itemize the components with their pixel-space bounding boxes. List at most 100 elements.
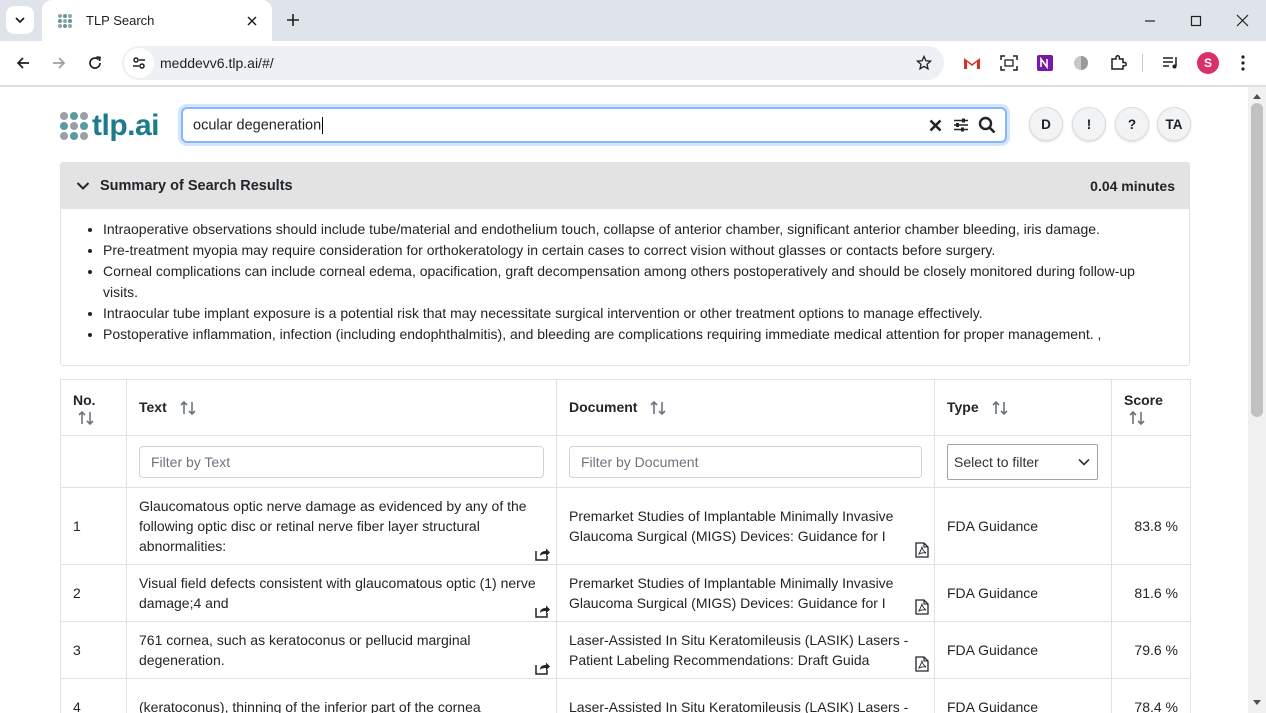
- back-button[interactable]: [9, 49, 37, 77]
- row-number: 2: [60, 564, 127, 622]
- row-type: FDA Guidance: [934, 678, 1112, 713]
- arrow-left-icon: [16, 57, 29, 69]
- row-document[interactable]: Premarket Studies of Implantable Minimal…: [569, 575, 893, 611]
- tab-search-button[interactable]: [6, 6, 34, 34]
- table-row[interactable]: 3 761 cornea, such as keratoconus or pel…: [60, 621, 1191, 679]
- forward-button[interactable]: [45, 49, 73, 77]
- maximize-icon: [1190, 15, 1202, 26]
- sort-icon[interactable]: [77, 410, 95, 426]
- browser-tab[interactable]: TLP Search: [42, 0, 272, 41]
- row-score: 83.8 %: [1111, 487, 1191, 565]
- filter-cell-empty: [60, 435, 127, 488]
- summary-header[interactable]: Summary of Search Results 0.04 minutes: [61, 163, 1189, 209]
- summary-panel: Summary of Search Results 0.04 minutes I…: [60, 162, 1190, 366]
- filter-sliders-icon[interactable]: [949, 113, 973, 137]
- tlp-logo[interactable]: tlp.ai: [60, 109, 160, 143]
- row-document[interactable]: Premarket Studies of Implantable Minimal…: [569, 508, 893, 544]
- help-button[interactable]: ?: [1115, 107, 1149, 141]
- row-text: Visual field defects consistent with gla…: [139, 575, 536, 611]
- row-document[interactable]: Laser-Assisted In Situ Keratomileusis (L…: [569, 699, 908, 713]
- row-number: 3: [60, 621, 127, 679]
- table-row[interactable]: 4 (keratoconus), thinning of the inferio…: [60, 678, 1191, 713]
- minimize-window-button[interactable]: [1127, 0, 1173, 41]
- clear-search-icon[interactable]: [923, 113, 947, 137]
- new-tab-button[interactable]: [281, 8, 305, 32]
- reload-button[interactable]: [81, 49, 109, 77]
- search-input[interactable]: ocular degeneration: [181, 107, 1007, 143]
- row-text-cell: (keratoconus), thinning of the inferior …: [126, 678, 557, 713]
- share-icon[interactable]: [535, 604, 551, 618]
- extensions-puzzle-icon[interactable]: [1104, 49, 1132, 77]
- document-filter-input[interactable]: Filter by Document: [569, 445, 922, 478]
- page-viewport: tlp.ai ocular degeneration D ! ? TA Summ…: [0, 87, 1248, 713]
- column-header-text[interactable]: Text: [126, 379, 557, 436]
- column-header-no[interactable]: No.: [60, 379, 127, 436]
- toolbar-divider: [1142, 54, 1143, 72]
- summary-bullet: Pre-treatment myopia may require conside…: [103, 240, 1159, 261]
- user-menu-button[interactable]: TA: [1157, 107, 1191, 141]
- search-icon[interactable]: [975, 113, 999, 137]
- scrollbar-thumb[interactable]: [1251, 103, 1263, 417]
- grey-extension-icon[interactable]: [1067, 49, 1095, 77]
- pdf-icon[interactable]: [915, 656, 929, 672]
- summary-title: Summary of Search Results: [100, 178, 293, 194]
- row-number: 4: [60, 678, 127, 713]
- bookmark-star-icon[interactable]: [910, 49, 938, 77]
- pdf-icon[interactable]: [915, 599, 929, 615]
- results-table: No. Text Document Type Score Filter by T…: [60, 379, 1191, 713]
- row-text-cell: 761 cornea, such as keratoconus or pellu…: [126, 621, 557, 679]
- chevron-down-icon[interactable]: [76, 178, 92, 194]
- summary-bullet: Postoperative inflammation, infection (i…: [103, 324, 1159, 345]
- share-icon[interactable]: [535, 547, 551, 561]
- url-text[interactable]: meddevv6.tlp.ai/#/: [160, 55, 910, 71]
- sort-icon[interactable]: [179, 400, 197, 416]
- column-label-type: Type: [947, 398, 979, 415]
- scroll-up-arrow-icon[interactable]: [1252, 91, 1262, 101]
- maximize-window-button[interactable]: [1173, 0, 1219, 41]
- plus-icon: [287, 14, 299, 26]
- column-label-score: Score: [1124, 391, 1163, 408]
- sort-icon[interactable]: [649, 400, 667, 416]
- text-caret: [322, 116, 324, 134]
- row-text: 761 cornea, such as keratoconus or pellu…: [139, 632, 471, 668]
- site-info-icon[interactable]: [124, 48, 154, 78]
- screenshot-extension-icon[interactable]: [995, 49, 1023, 77]
- row-text: Glaucomatous optic nerve damage as evide…: [139, 498, 527, 554]
- row-document[interactable]: Laser-Assisted In Situ Keratomileusis (L…: [569, 632, 908, 668]
- tlp-favicon-icon: [58, 13, 72, 28]
- row-type: FDA Guidance: [934, 621, 1112, 679]
- text-filter-input[interactable]: Filter by Text: [139, 445, 544, 478]
- share-icon[interactable]: [535, 661, 551, 675]
- scroll-down-arrow-icon[interactable]: [1252, 698, 1262, 708]
- media-control-icon[interactable]: [1157, 49, 1185, 77]
- filter-row: Filter by Text Filter by Document Select…: [60, 435, 1191, 488]
- page-scrollbar[interactable]: [1248, 87, 1266, 713]
- close-tab-icon[interactable]: [244, 13, 260, 29]
- row-score: 79.6 %: [1111, 621, 1191, 679]
- table-row[interactable]: 1 Glaucomatous optic nerve damage as evi…: [60, 487, 1191, 565]
- profile-avatar[interactable]: S: [1197, 52, 1219, 74]
- pdf-icon[interactable]: [915, 542, 929, 558]
- table-row[interactable]: 2 Visual field defects consistent with g…: [60, 564, 1191, 622]
- onenote-extension-icon[interactable]: [1031, 49, 1059, 77]
- close-window-button[interactable]: [1219, 0, 1265, 41]
- sort-icon[interactable]: [1128, 410, 1146, 426]
- column-header-type[interactable]: Type: [934, 379, 1112, 436]
- sort-icon[interactable]: [991, 400, 1009, 416]
- row-document-cell: Laser-Assisted In Situ Keratomileusis (L…: [556, 678, 935, 713]
- column-header-document[interactable]: Document: [556, 379, 935, 436]
- arrow-right-icon: [53, 57, 66, 69]
- column-header-score[interactable]: Score: [1111, 379, 1191, 436]
- gmail-extension-icon[interactable]: [958, 49, 986, 77]
- results-table-wrapper: No. Text Document Type Score Filter by T…: [60, 379, 1191, 713]
- d-button[interactable]: D: [1029, 107, 1063, 141]
- type-filter-select[interactable]: Select to filter: [947, 443, 1098, 480]
- minimize-icon: [1145, 19, 1155, 22]
- row-document-cell: Laser-Assisted In Situ Keratomileusis (L…: [556, 621, 935, 679]
- row-number: 1: [60, 487, 127, 565]
- alert-button[interactable]: !: [1072, 107, 1106, 141]
- address-bar[interactable]: meddevv6.tlp.ai/#/: [122, 46, 944, 80]
- kebab-menu-icon[interactable]: [1229, 49, 1257, 77]
- row-score: 81.6 %: [1111, 564, 1191, 622]
- filter-cell-document: Filter by Document: [556, 435, 935, 488]
